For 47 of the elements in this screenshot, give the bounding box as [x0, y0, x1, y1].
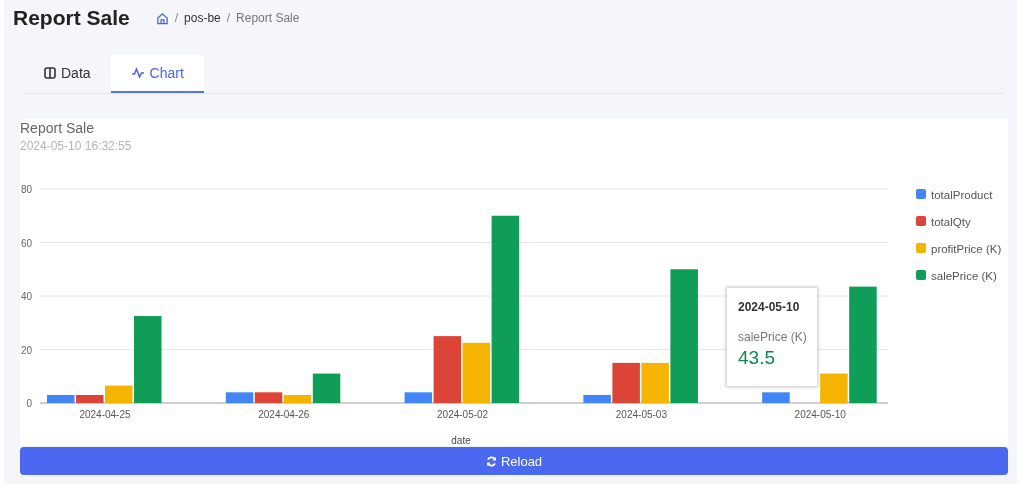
axis-tick-label: 2024-05-10: [794, 409, 846, 420]
pulse-icon: [130, 67, 145, 79]
tooltip-title: 2024-05-10: [738, 300, 801, 314]
axis-tick-label: 2024-04-26: [258, 409, 310, 420]
bar[interactable]: [76, 395, 104, 403]
bar[interactable]: [312, 373, 341, 403]
breadcrumb-item[interactable]: pos-be: [184, 11, 221, 25]
bar[interactable]: [583, 395, 611, 403]
bar[interactable]: [612, 362, 640, 403]
tab[interactable]: Data: [24, 55, 111, 93]
report-title: Report Sale: [20, 119, 95, 138]
page-title: Report Sale: [13, 6, 130, 30]
tooltip-series: salePrice (K): [738, 330, 808, 344]
home-icon[interactable]: [155, 11, 169, 25]
breadcrumb-separator: /: [174, 11, 179, 25]
legend-label[interactable]: salePrice (K): [931, 270, 997, 282]
bar[interactable]: [47, 395, 75, 403]
bar[interactable]: [254, 392, 283, 403]
bar[interactable]: [225, 392, 254, 403]
refresh-icon: [485, 455, 497, 467]
bar[interactable]: [404, 392, 433, 403]
bar[interactable]: [491, 215, 520, 403]
tab[interactable]: Chart: [110, 55, 204, 93]
axis-tick-label: 80: [20, 184, 32, 195]
breadcrumb-item[interactable]: Report Sale: [236, 11, 300, 25]
legend-label[interactable]: totalQty: [931, 216, 971, 228]
axis-tick-label: 20: [20, 344, 32, 356]
bar[interactable]: [641, 362, 669, 403]
report-timestamp: 2024-05-10 16:32:55: [20, 139, 133, 155]
bar[interactable]: [670, 269, 698, 403]
axis-tick-label: 2024-04-25: [79, 409, 131, 420]
breadcrumb-separator: /: [226, 11, 231, 25]
bar[interactable]: [433, 336, 462, 403]
legend-label[interactable]: totalProduct: [931, 189, 993, 201]
bar[interactable]: [134, 316, 162, 403]
axis-tick-label: 2024-05-02: [437, 409, 489, 420]
axis-tick-label: 40: [20, 291, 32, 302]
reload-button[interactable]: Reload: [20, 447, 1008, 475]
bar[interactable]: [283, 395, 312, 403]
axis-tick-label: 2024-05-03: [615, 409, 667, 420]
axis-tick-label: 60: [20, 237, 32, 249]
legend-label[interactable]: profitPrice (K): [931, 243, 1002, 255]
axis-title: date: [451, 435, 471, 446]
bar[interactable]: [462, 342, 491, 403]
axis-tick-label: 0: [26, 398, 32, 409]
columns-icon: [44, 67, 56, 79]
tooltip-value: 43.5: [738, 347, 776, 369]
